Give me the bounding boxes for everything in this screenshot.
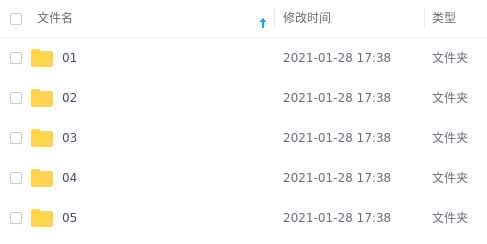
file-type: 文件夹: [432, 131, 469, 145]
modified-time: 2021-01-28 17:38: [283, 131, 392, 145]
file-list: 文件名 修改时间 类型 01 2021-01-28 17:38 文件夹 02 2…: [0, 0, 487, 244]
column-divider[interactable]: [274, 8, 275, 29]
file-type: 文件夹: [432, 211, 469, 225]
row-checkbox[interactable]: [10, 92, 22, 104]
row-checkbox[interactable]: [10, 172, 22, 184]
table-row[interactable]: 02 2021-01-28 17:38 文件夹: [0, 78, 487, 118]
folder-icon: [31, 89, 53, 107]
column-header-modified[interactable]: 修改时间: [283, 0, 331, 37]
folder-icon: [31, 209, 53, 227]
column-header-name[interactable]: 文件名: [37, 0, 73, 37]
file-name[interactable]: 03: [62, 118, 77, 158]
row-checkbox[interactable]: [10, 212, 22, 224]
folder-icon: [31, 49, 53, 67]
modified-time: 2021-01-28 17:38: [283, 51, 392, 65]
column-divider[interactable]: [424, 8, 425, 29]
table-row[interactable]: 03 2021-01-28 17:38 文件夹: [0, 118, 487, 158]
column-header-type[interactable]: 类型: [432, 0, 456, 37]
file-name[interactable]: 02: [62, 78, 77, 118]
folder-icon: [31, 129, 53, 147]
table-row[interactable]: 05 2021-01-28 17:38 文件夹: [0, 198, 487, 238]
row-checkbox[interactable]: [10, 132, 22, 144]
table-row[interactable]: 01 2021-01-28 17:38 文件夹: [0, 38, 487, 78]
file-name[interactable]: 04: [62, 158, 77, 198]
table-row[interactable]: 04 2021-01-28 17:38 文件夹: [0, 158, 487, 198]
modified-time: 2021-01-28 17:38: [283, 211, 392, 225]
modified-time: 2021-01-28 17:38: [283, 91, 392, 105]
arrow-up-icon[interactable]: [258, 14, 268, 28]
list-header: 文件名 修改时间 类型: [0, 0, 487, 38]
file-type: 文件夹: [432, 51, 469, 65]
folder-icon: [31, 169, 53, 187]
file-type: 文件夹: [432, 171, 469, 185]
row-checkbox[interactable]: [10, 52, 22, 64]
file-name[interactable]: 01: [62, 38, 77, 78]
file-name[interactable]: 05: [62, 198, 77, 238]
modified-time: 2021-01-28 17:38: [283, 171, 392, 185]
file-type: 文件夹: [432, 91, 469, 105]
select-all-checkbox[interactable]: [10, 13, 22, 25]
